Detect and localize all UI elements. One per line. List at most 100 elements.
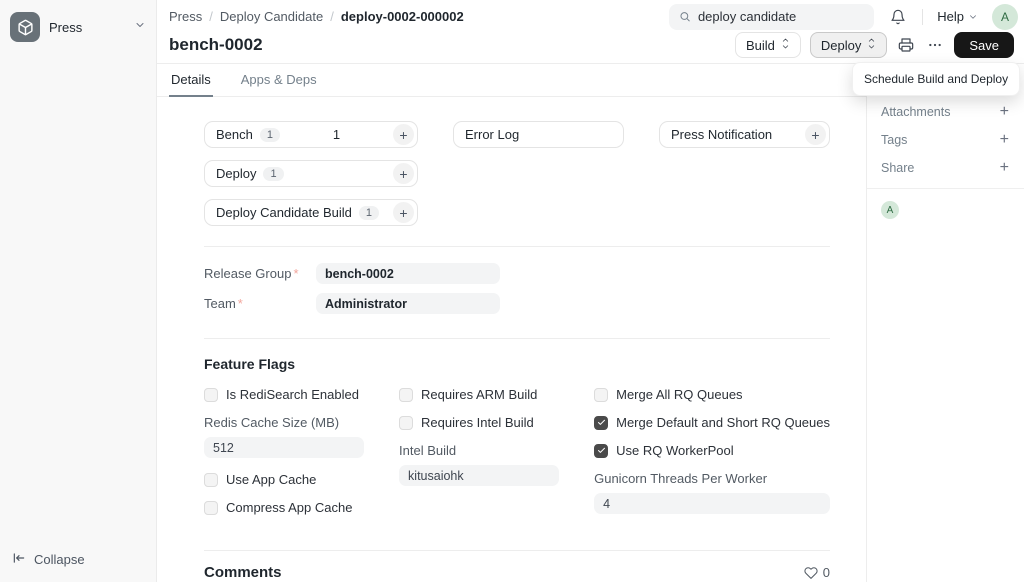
checkbox-icon [594,416,608,430]
tab-apps-deps[interactable]: Apps & Deps [239,64,319,97]
side-panel-divider [867,188,1024,189]
form-section: Release Group* Team* [204,246,830,338]
flags-column-1: Is RediSearch Enabled Redis Cache Size (… [204,387,364,528]
redis-cache-size-field[interactable] [204,437,364,458]
intel-build-label: Intel Build [399,443,559,458]
workspace-switcher[interactable]: Press [10,12,146,42]
feature-flags-heading: Feature Flags [204,356,830,372]
global-search[interactable] [669,4,874,30]
add-tag-button[interactable]: + [999,132,1010,148]
user-avatar[interactable]: A [992,4,1018,30]
add-bench-button[interactable]: + [393,124,414,145]
link-label: Error Log [465,127,519,142]
link-card-deploy-candidate-build[interactable]: Deploy Candidate Build 1 + [204,199,418,226]
count-badge: 1 [359,206,379,220]
viewers: A [867,201,1024,219]
flags-column-2: Requires ARM Build Requires Intel Build … [399,387,559,500]
link-card-deploy[interactable]: Deploy 1 + [204,160,418,187]
required-mark: * [238,296,243,311]
breadcrumb-deploy-candidate[interactable]: Deploy Candidate [220,9,323,24]
add-attachment-button[interactable]: + [999,104,1010,120]
title-row: bench-0002 Build Deploy [157,33,1024,63]
tab-bar: Details Apps & Deps [157,64,866,97]
title-actions: Build Deploy Save [735,32,1014,58]
deploy-button-label: Deploy [821,38,861,53]
deploy-dropdown-menu: Schedule Build and Deploy [852,62,1020,96]
page-title: bench-0002 [169,35,263,55]
more-options-button[interactable] [925,35,945,55]
release-group-row: Release Group* [204,263,830,284]
deploy-button[interactable]: Deploy [810,32,887,58]
feature-flags-section: Feature Flags Is RediSearch Enabled Redi… [204,338,830,550]
topbar-divider [922,9,923,25]
build-button-label: Build [746,38,775,53]
help-button[interactable]: Help [937,9,978,24]
tab-details[interactable]: Details [169,64,213,97]
checkbox-use-rq-workerpool[interactable]: Use RQ WorkerPool [594,443,830,458]
checkbox-icon [594,444,608,458]
checkbox-is-redisearch-enabled[interactable]: Is RediSearch Enabled [204,387,364,402]
checkbox-icon [204,473,218,487]
link-label: Deploy Candidate Build [216,205,352,220]
bell-icon [890,9,906,25]
body-row: Details Apps & Deps Bench 1 1 + Error L [157,63,1024,582]
add-deploy-candidate-build-button[interactable]: + [393,202,414,223]
gunicorn-threads-field[interactable] [594,493,830,514]
save-button[interactable]: Save [954,32,1014,58]
select-arrows-icon [781,37,790,53]
link-card-error-log[interactable]: Error Log [453,121,624,148]
team-row: Team* [204,293,830,314]
search-input[interactable] [698,9,864,24]
breadcrumb-current[interactable]: deploy-0002-000002 [341,9,464,24]
label-text: Release Group [204,266,291,281]
checkbox-requires-arm-build[interactable]: Requires ARM Build [399,387,559,402]
link-label: Press Notification [671,127,772,142]
collapse-sidebar-button[interactable]: Collapse [10,549,146,570]
checkbox-label: Is RediSearch Enabled [226,387,359,402]
like-count: 0 [823,565,830,580]
checkbox-compress-app-cache[interactable]: Compress App Cache [204,500,364,515]
share-add-button[interactable]: + [999,160,1010,176]
heart-icon[interactable] [804,566,818,580]
comments-heading: Comments [204,564,282,581]
chevron-down-icon [134,18,146,36]
breadcrumb-press[interactable]: Press [169,9,202,24]
add-press-notification-button[interactable]: + [805,124,826,145]
print-button[interactable] [896,35,916,55]
intel-build-field[interactable] [399,465,559,486]
breadcrumb: Press / Deploy Candidate / deploy-0002-0… [169,9,655,24]
checkbox-icon [204,388,218,402]
link-label: Deploy [216,166,256,181]
checkbox-merge-default-short-rq-queues[interactable]: Merge Default and Short RQ Queues [594,415,830,430]
checkbox-icon [594,388,608,402]
checkbox-merge-all-rq-queues[interactable]: Merge All RQ Queues [594,387,830,402]
checkbox-label: Use RQ WorkerPool [616,443,734,458]
build-button[interactable]: Build [735,32,801,58]
flags-column-3: Merge All RQ Queues Merge Default and Sh… [594,387,830,528]
share-label: Share [881,161,914,175]
link-label: Bench [216,127,253,142]
release-group-field[interactable] [316,263,500,284]
notifications-button[interactable] [888,7,908,27]
add-deploy-button[interactable]: + [393,163,414,184]
details-content: Bench 1 1 + Error Log Press Notification [157,97,866,582]
link-card-press-notification[interactable]: Press Notification + [659,121,830,148]
bench-count: 1 [287,127,386,142]
checkbox-icon [399,388,413,402]
attachments-label: Attachments [881,105,950,119]
select-arrows-icon [867,37,876,53]
checkbox-label: Use App Cache [226,472,316,487]
count-badge: 1 [263,167,283,181]
connections-grid: Bench 1 1 + Error Log Press Notification [204,97,830,246]
release-group-label: Release Group* [204,266,316,281]
link-card-bench[interactable]: Bench 1 1 + [204,121,418,148]
label-text: Team [204,296,236,311]
like-counter: 0 [804,565,830,580]
menu-item-schedule-build-and-deploy[interactable]: Schedule Build and Deploy [857,67,1015,91]
checkbox-use-app-cache[interactable]: Use App Cache [204,472,364,487]
collapse-icon [12,551,26,568]
checkbox-requires-intel-build[interactable]: Requires Intel Build [399,415,559,430]
team-field[interactable] [316,293,500,314]
chevron-down-icon [968,12,978,22]
tags-row: Tags + [867,126,1024,154]
